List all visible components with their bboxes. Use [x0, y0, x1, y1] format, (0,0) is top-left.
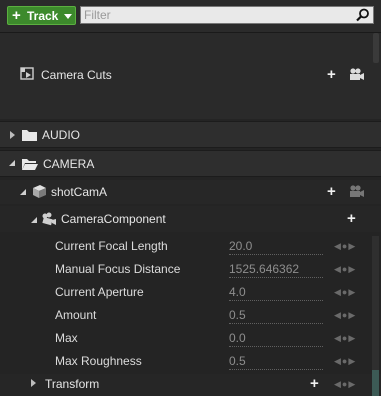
filter-input[interactable]: [84, 7, 352, 23]
keyframe-nav-icons[interactable]: ◀●▶: [334, 286, 356, 298]
plus-icon: +: [12, 7, 21, 24]
property-row[interactable]: Current Aperture 4.0 ◀●▶: [0, 282, 381, 305]
transform-label: Transform: [45, 377, 100, 391]
folder-row-audio[interactable]: AUDIO: [0, 121, 381, 148]
camera-cuts-label: Camera Cuts: [41, 68, 112, 82]
expand-arrow-icon[interactable]: [31, 379, 36, 387]
camera-component-icon: [42, 212, 56, 226]
collapse-arrow-icon[interactable]: [19, 188, 27, 196]
property-value[interactable]: 1525.646362: [229, 262, 323, 278]
property-value[interactable]: 0.5: [229, 308, 323, 324]
property-value[interactable]: 0.0: [229, 331, 323, 347]
open-folder-icon: [22, 159, 38, 170]
collapse-arrow-icon[interactable]: [8, 159, 16, 167]
keyframe-nav-icons[interactable]: ◀●▶: [334, 309, 356, 321]
transform-row[interactable]: Transform + ◀●▶: [0, 374, 381, 396]
collapse-arrow-icon[interactable]: [30, 216, 38, 224]
keyframe-nav-icons[interactable]: ◀●▶: [334, 355, 356, 367]
property-value[interactable]: 4.0: [229, 285, 323, 301]
property-label: Current Aperture: [55, 285, 144, 299]
property-row[interactable]: Max 0.0 ◀●▶: [0, 328, 381, 351]
scrollbar-thumb[interactable]: [373, 33, 379, 63]
property-label: Max Roughness: [55, 354, 142, 368]
property-row[interactable]: Current Focal Length 20.0 ◀●▶: [0, 236, 381, 259]
property-label: Amount: [55, 308, 97, 322]
property-value[interactable]: 20.0: [229, 239, 323, 255]
filter-box[interactable]: [80, 6, 374, 24]
property-label: Manual Focus Distance: [55, 262, 181, 276]
folder-label: CAMERA: [43, 157, 95, 171]
actor-row-shotcama[interactable]: shotCamA +: [0, 180, 381, 204]
camera-icon[interactable]: [349, 185, 365, 198]
property-label: Current Focal Length: [55, 239, 168, 253]
add-track-button[interactable]: + Track: [7, 6, 76, 25]
camera-cuts-icon: [20, 67, 34, 80]
keyframe-nav-icons[interactable]: ◀●▶: [334, 378, 356, 390]
keyframe-nav-icons[interactable]: ◀●▶: [334, 332, 356, 344]
scrollbar-thumb[interactable]: [372, 370, 379, 396]
property-row[interactable]: Max Roughness 0.5 ◀●▶: [0, 351, 381, 374]
folder-label: AUDIO: [42, 128, 81, 142]
keyframe-nav-icons[interactable]: ◀●▶: [334, 240, 356, 252]
folder-row-camera[interactable]: CAMERA: [0, 150, 381, 177]
actor-add-button[interactable]: +: [327, 184, 336, 199]
keyframe-nav-icons[interactable]: ◀●▶: [334, 263, 356, 275]
chevron-down-icon: [64, 14, 72, 19]
component-add-button[interactable]: +: [347, 211, 356, 226]
property-label: Max: [55, 331, 78, 345]
folder-icon: [22, 130, 37, 141]
camera-actor-icon: [33, 185, 46, 198]
expand-arrow-icon[interactable]: [10, 131, 15, 139]
property-row[interactable]: Manual Focus Distance 1525.646362 ◀●▶: [0, 259, 381, 282]
search-icon[interactable]: [356, 8, 370, 22]
transform-add-button[interactable]: +: [310, 376, 319, 391]
component-row[interactable]: CameraComponent +: [0, 206, 381, 232]
camera-cuts-add-button[interactable]: +: [327, 67, 336, 82]
track-button-label: Track: [27, 9, 59, 23]
property-row[interactable]: Amount 0.5 ◀●▶: [0, 305, 381, 328]
actor-label: shotCamA: [51, 185, 108, 199]
camera-icon[interactable]: [349, 68, 365, 81]
property-value[interactable]: 0.5: [229, 354, 323, 370]
component-label: CameraComponent: [61, 212, 166, 226]
